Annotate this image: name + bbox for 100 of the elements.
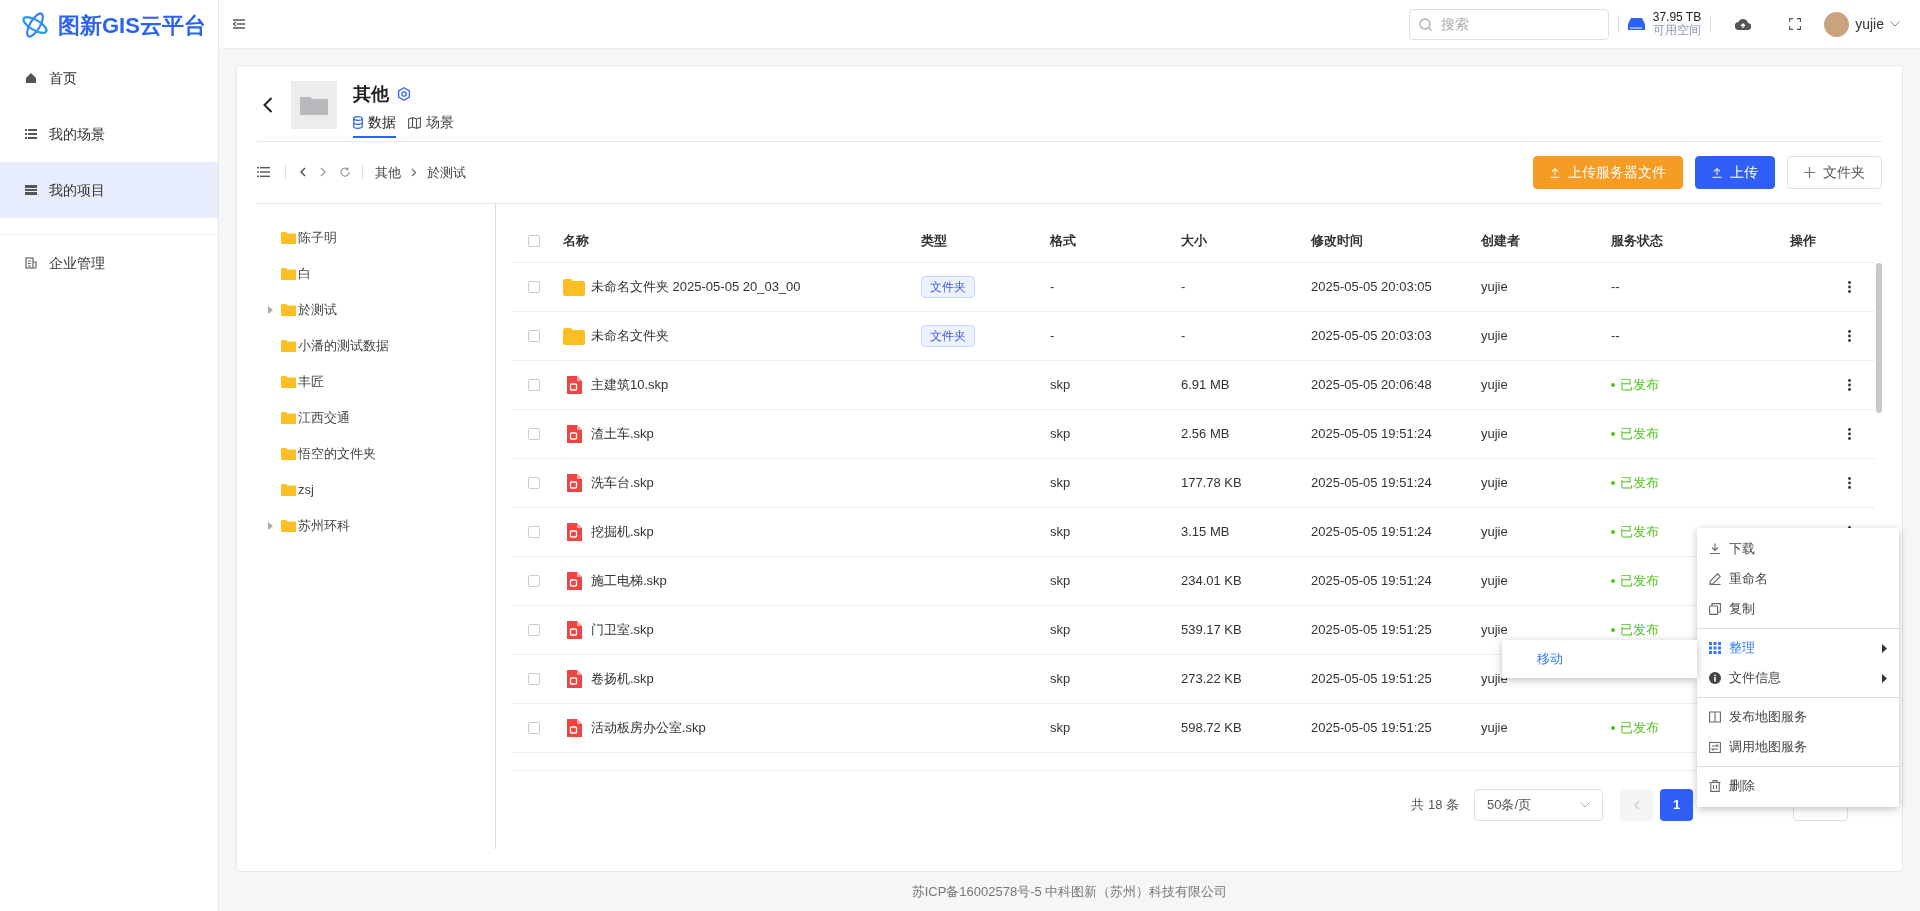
user-menu-button[interactable]: yujie [1824, 11, 1900, 37]
checkbox[interactable] [528, 330, 540, 343]
pencil-icon [1709, 573, 1721, 585]
modified-time-cell-text: 2025-05-05 20:06:48 [1310, 376, 1433, 395]
menu-item[interactable]: 整理 [1697, 633, 1899, 663]
breadcrumb-link[interactable]: 於测试 [427, 162, 466, 183]
more-vertical-icon [1847, 330, 1851, 343]
more-vertical-icon [1847, 281, 1851, 294]
menu-item[interactable]: 调用地图服务 [1697, 732, 1899, 762]
scrollbar-thumb[interactable] [1876, 263, 1882, 414]
checkbox[interactable] [528, 235, 540, 248]
folder-tree-item[interactable]: 悟空的文件夹 [268, 436, 495, 473]
file-name[interactable]: 洗车台.skp [591, 473, 654, 493]
document-icon [566, 572, 582, 591]
home-icon [25, 72, 37, 84]
file-name[interactable]: 渣土车.skp [591, 424, 654, 444]
checkbox[interactable] [528, 722, 540, 735]
tab[interactable]: 数据 [353, 109, 396, 138]
menu-item[interactable]: 移动 [1502, 644, 1697, 674]
document-icon [566, 621, 582, 640]
folder-tree-item[interactable]: 白 [268, 256, 495, 293]
folder-tree-item[interactable]: 苏州环科 [268, 508, 495, 545]
upload-button[interactable]: 上传 [1695, 155, 1775, 189]
copy-icon [1709, 603, 1721, 615]
menu-item[interactable]: 文件信息 [1697, 663, 1899, 693]
checkbox[interactable] [528, 281, 540, 294]
modified-time-cell-text: 2025-05-05 20:03:03 [1310, 327, 1433, 346]
menu-item[interactable]: 复制 [1697, 594, 1899, 624]
download-icon [1709, 543, 1721, 555]
info-icon [1709, 672, 1721, 684]
checkbox[interactable] [528, 575, 540, 588]
checkbox[interactable] [528, 379, 540, 392]
modified-time-cell-text: 2025-05-05 19:51:24 [1310, 523, 1433, 542]
file-name[interactable]: 卷扬机.skp [591, 669, 654, 689]
creator-cell-text: yujie [1480, 376, 1509, 395]
folder-icon [563, 278, 585, 296]
chevron-left-icon [1633, 800, 1640, 811]
sidebar-item[interactable]: 我的场景 [0, 106, 218, 162]
folder-icon [281, 340, 296, 353]
column-header: 格式 [1049, 232, 1077, 251]
breadcrumb-link[interactable]: 其他 [375, 162, 401, 183]
status-text: -- [1611, 327, 1620, 346]
menu-item[interactable]: 删除 [1697, 771, 1899, 801]
status-text: 已发布 [1620, 523, 1659, 542]
file-name[interactable]: 门卫室.skp [591, 620, 654, 640]
type-tag: 文件夹 [921, 276, 975, 299]
grid-icon [1709, 642, 1721, 654]
refresh-button[interactable] [340, 165, 350, 180]
folder-tree-item[interactable]: zsj [268, 472, 495, 509]
checkbox[interactable] [528, 428, 540, 441]
format-cell-text: skp [1049, 719, 1072, 738]
page-button[interactable]: 1 [1660, 789, 1693, 822]
format-cell-text: skp [1049, 474, 1072, 493]
file-name[interactable]: 未命名文件夹 [591, 326, 669, 346]
status-text: 已发布 [1620, 621, 1659, 640]
sidebar-item[interactable]: 企业管理 [0, 235, 218, 291]
menu-item[interactable]: 重命名 [1697, 564, 1899, 594]
folder-icon [300, 95, 328, 116]
folder-tree-item[interactable]: 小潘的测试数据 [268, 328, 495, 365]
checkbox[interactable] [528, 624, 540, 637]
page-size-select[interactable]: 50条/页 [1474, 789, 1603, 822]
checkbox[interactable] [528, 673, 540, 686]
more-vertical-icon [1847, 428, 1851, 441]
footer-text: 苏ICP备16002578号-5 中科图新（苏州）科技有限公司 [911, 882, 1228, 901]
tab[interactable]: 场景 [408, 109, 454, 138]
menu-item[interactable]: 下载 [1697, 534, 1899, 564]
format-cell-text: - [1049, 327, 1056, 346]
size-cell-text: 6.91 MB [1180, 376, 1231, 395]
folder-tree-item[interactable]: 江西交通 [268, 400, 495, 437]
sidebar-item[interactable]: 我的项目 [0, 162, 218, 218]
fullscreen-icon [1789, 18, 1802, 30]
list-view-button[interactable] [257, 165, 271, 180]
file-name[interactable]: 未命名文件夹 2025-05-05 20_03_00 [591, 277, 801, 297]
size-cell-text: 273.22 KB [1180, 670, 1243, 689]
document-icon [566, 376, 582, 395]
file-name[interactable]: 施工电梯.skp [591, 571, 667, 591]
document-icon [566, 474, 582, 493]
map-icon [408, 116, 421, 129]
user-avatar [1824, 11, 1850, 37]
menu-item[interactable]: 发布地图服务 [1697, 702, 1899, 732]
file-name[interactable]: 主建筑10.skp [591, 375, 669, 395]
folder-tree-item[interactable]: 丰匠 [268, 364, 495, 401]
file-name[interactable]: 挖掘机.skp [591, 522, 654, 542]
creator-cell-text: yujie [1480, 523, 1509, 542]
folder-tree-item[interactable]: 陈子明 [268, 220, 495, 257]
status-text: 已发布 [1620, 474, 1659, 493]
search-field[interactable]: 搜索 [1408, 8, 1609, 40]
checkbox[interactable] [528, 477, 540, 490]
folder-tree-item[interactable]: 於测试 [268, 292, 495, 329]
new-folder-button[interactable]: 文件夹 [1787, 155, 1882, 189]
checkbox[interactable] [528, 526, 540, 539]
sidebar-item[interactable]: 首页 [0, 50, 218, 106]
file-name[interactable]: 活动板房办公室.skp [591, 718, 706, 738]
creator-cell-text: yujie [1480, 278, 1509, 297]
document-icon [566, 425, 582, 444]
format-cell-text: skp [1049, 425, 1072, 444]
database-icon [353, 116, 363, 130]
list-icon [257, 167, 270, 178]
chevron-right-icon [320, 167, 326, 178]
collapse-menu-button[interactable] [233, 17, 247, 31]
